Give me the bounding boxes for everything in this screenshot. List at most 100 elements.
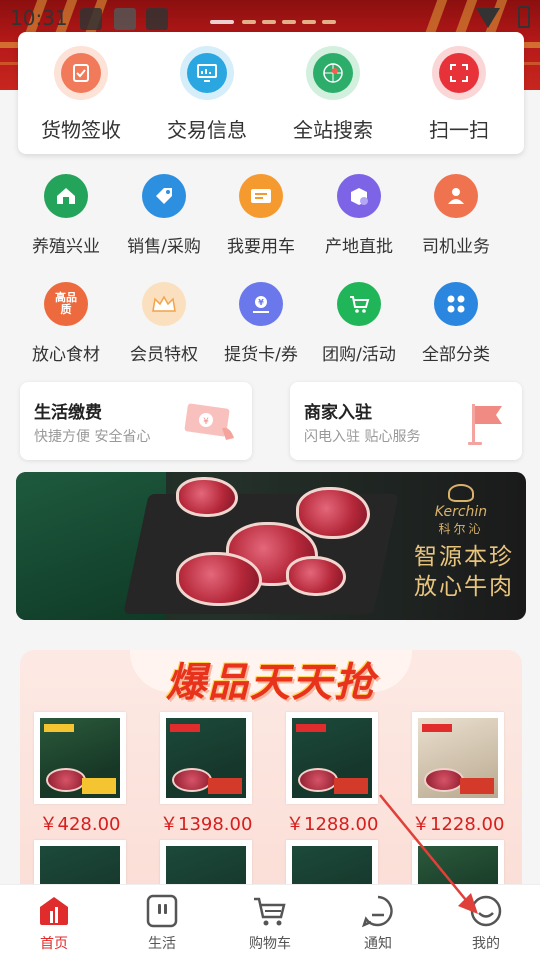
nav-tab-cart[interactable]: 购物车 bbox=[216, 893, 324, 953]
steak-image bbox=[296, 487, 370, 539]
quality-badge-icon: 高品质 bbox=[44, 282, 88, 326]
slogan-line: 智源本珍 bbox=[414, 544, 514, 570]
status-time: 10:31 bbox=[10, 6, 68, 30]
steak-image bbox=[176, 477, 238, 517]
profile-icon bbox=[470, 895, 502, 927]
nav-label: 生活 bbox=[148, 936, 176, 952]
grid-item-pickup-card[interactable]: ¥ 提货卡/券 bbox=[207, 282, 315, 365]
carousel-indicator bbox=[210, 20, 340, 24]
payment-card-icon: ¥ bbox=[184, 403, 234, 440]
product-card[interactable]: ￥1398.00 bbox=[160, 712, 252, 836]
banner-slogan: 智源本珍 放心牛肉 bbox=[394, 542, 526, 602]
service-title: 生活缴费 bbox=[34, 403, 102, 423]
promo-banner[interactable]: Kerchin 科尔沁 智源本珍 放心牛肉 bbox=[16, 472, 526, 620]
home-icon bbox=[40, 897, 68, 925]
crown-icon bbox=[152, 295, 176, 312]
battery-icon bbox=[518, 6, 530, 28]
grid-item-label: 全部分类 bbox=[422, 345, 490, 365]
nav-label: 首页 bbox=[40, 936, 68, 952]
grid-item-label: 司机业务 bbox=[422, 237, 490, 257]
price-tag-icon bbox=[156, 188, 172, 204]
product-image bbox=[286, 712, 378, 804]
shopping-cart-icon bbox=[254, 897, 286, 926]
product-card[interactable]: ￥428.00 bbox=[34, 712, 126, 836]
grid-item-group-buy[interactable]: 团购/活动 bbox=[305, 282, 413, 365]
scan-frame-icon bbox=[450, 64, 468, 82]
nav-label: 通知 bbox=[364, 936, 392, 952]
box-check-icon bbox=[351, 188, 368, 205]
service-subtitle: 闪电入驻 贴心服务 bbox=[304, 429, 421, 445]
quick-action-goods-receipt[interactable]: 货物签收 bbox=[18, 46, 144, 143]
quick-action-label: 货物签收 bbox=[41, 118, 121, 142]
grid-item-label: 提货卡/券 bbox=[224, 345, 298, 365]
driver-icon bbox=[448, 188, 464, 204]
wifi-icon bbox=[476, 8, 500, 28]
life-icon bbox=[146, 894, 178, 928]
brand-name: Kerchin bbox=[434, 504, 488, 520]
product-card[interactable]: ￥1288.00 bbox=[286, 712, 378, 836]
product-image bbox=[412, 712, 504, 804]
nav-label: 我的 bbox=[472, 936, 500, 952]
grid-item-sales-purchase[interactable]: 销售/采购 bbox=[110, 174, 218, 257]
nav-label: 购物车 bbox=[249, 936, 291, 952]
status-bar: 10:31 bbox=[0, 0, 540, 36]
quick-action-label: 扫一扫 bbox=[429, 118, 489, 142]
nav-tab-home[interactable]: 首页 bbox=[0, 893, 108, 953]
brand-logo: Kerchin 科尔沁 bbox=[396, 484, 526, 537]
nav-tab-notifications[interactable]: 通知 bbox=[324, 893, 432, 953]
grid-item-origin-wholesale[interactable]: 产地直批 bbox=[305, 174, 413, 257]
product-image bbox=[160, 712, 252, 804]
grid-item-label: 我要用车 bbox=[227, 237, 295, 257]
grid-apps-icon bbox=[447, 295, 465, 313]
service-card-merchant-join[interactable]: 商家入驻 闪电入驻 贴心服务 bbox=[290, 382, 522, 460]
monitor-chart-icon bbox=[197, 64, 217, 82]
steak-image bbox=[286, 556, 346, 596]
brand-name-cn: 科尔沁 bbox=[438, 522, 484, 536]
product-card[interactable]: ￥1228.00 bbox=[412, 712, 504, 836]
svg-text:¥: ¥ bbox=[258, 298, 264, 307]
nav-tab-life[interactable]: 生活 bbox=[108, 893, 216, 953]
grid-item-label: 会员特权 bbox=[130, 345, 198, 365]
grid-item-label: 团购/活动 bbox=[322, 345, 396, 365]
app-icon bbox=[146, 8, 168, 30]
flag-icon bbox=[468, 404, 502, 445]
hot-deals-title: 爆品天天抢 bbox=[166, 660, 376, 706]
image-icon bbox=[114, 8, 136, 30]
bottom-navigation: 首页 生活 购物车 通知 我的 bbox=[0, 884, 540, 960]
svg-text:¥: ¥ bbox=[203, 417, 209, 427]
quick-action-scan[interactable]: 扫一扫 bbox=[396, 46, 522, 143]
grid-item-all-categories[interactable]: 全部分类 bbox=[402, 282, 510, 365]
radar-search-icon bbox=[323, 63, 343, 83]
service-title: 商家入驻 bbox=[304, 403, 372, 423]
grid-item-driver-business[interactable]: 司机业务 bbox=[402, 174, 510, 257]
grid-item-label: 产地直批 bbox=[325, 237, 393, 257]
steak-image bbox=[176, 552, 262, 606]
product-price: ￥1228.00 bbox=[412, 814, 505, 835]
nav-tab-profile[interactable]: 我的 bbox=[432, 893, 540, 953]
product-price: ￥1288.00 bbox=[286, 814, 379, 835]
grid-item-breeding[interactable]: 养殖兴业 bbox=[12, 174, 120, 257]
quick-action-label: 全站搜索 bbox=[293, 118, 373, 142]
service-card-bill-payment[interactable]: 生活缴费 快捷方便 安全省心 ¥ bbox=[20, 382, 252, 460]
quality-badge-text: 高品质 bbox=[55, 291, 77, 316]
truck-card-icon bbox=[251, 189, 271, 203]
cart-icon bbox=[350, 296, 370, 313]
notification-icon bbox=[361, 895, 393, 928]
grid-item-label: 养殖兴业 bbox=[32, 237, 100, 257]
product-image bbox=[34, 712, 126, 804]
product-price: ￥1398.00 bbox=[160, 814, 253, 835]
grid-item-use-vehicle[interactable]: 我要用车 bbox=[207, 174, 315, 257]
grid-item-label: 放心食材 bbox=[32, 345, 100, 365]
quick-action-transaction-info[interactable]: 交易信息 bbox=[144, 46, 270, 143]
grid-item-member-privilege[interactable]: 会员特权 bbox=[110, 282, 218, 365]
service-subtitle: 快捷方便 安全省心 bbox=[34, 429, 151, 445]
quick-action-label: 交易信息 bbox=[167, 118, 247, 142]
grid-item-label: 销售/采购 bbox=[127, 237, 201, 257]
slogan-line: 放心牛肉 bbox=[414, 574, 514, 600]
farm-house-icon bbox=[57, 188, 75, 204]
quick-action-site-search[interactable]: 全站搜索 bbox=[270, 46, 396, 143]
product-price: ￥428.00 bbox=[39, 814, 121, 835]
grid-item-safe-food[interactable]: 高品质 放心食材 bbox=[12, 282, 120, 365]
coupon-hand-icon: ¥ bbox=[253, 296, 269, 313]
quick-actions-card: 货物签收 交易信息 全站搜索 扫一扫 bbox=[18, 32, 524, 154]
